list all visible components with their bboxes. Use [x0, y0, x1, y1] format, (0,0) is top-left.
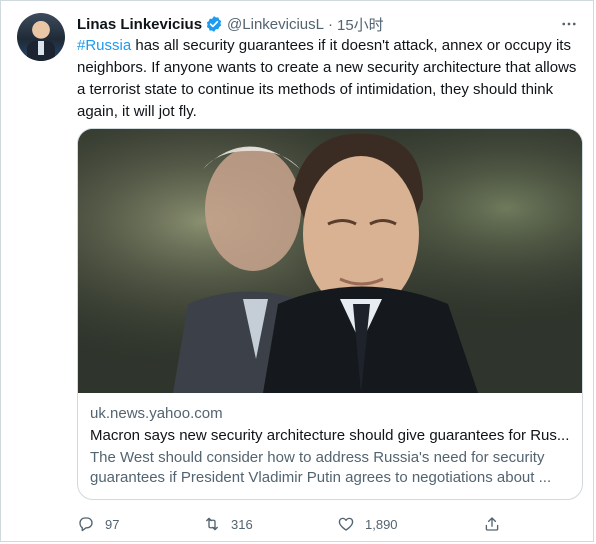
tweet-text: #Russia has all security guarantees if i… [77, 35, 582, 123]
retweet-count: 316 [231, 516, 253, 532]
retweet-button[interactable]: 316 [203, 515, 253, 533]
card-domain: uk.news.yahoo.com [90, 405, 223, 422]
separator-dot: · [327, 15, 333, 33]
reply-count: 97 [105, 516, 120, 532]
verified-badge-icon [206, 16, 222, 32]
share-icon [485, 517, 499, 531]
more-icon[interactable] [559, 14, 579, 34]
tweet-text-body: has all security guarantees if it doesn'… [77, 37, 577, 120]
author-name[interactable]: Linas Linkevicius [77, 16, 202, 33]
like-icon [338, 517, 354, 531]
card-image[interactable] [78, 129, 582, 393]
link-card[interactable]: uk.news.yahoo.com Macron says new securi… [77, 128, 583, 500]
retweet-icon [206, 517, 218, 531]
tweet[interactable]: Linas Linkevicius @LinkeviciusL · 15小时 #… [0, 0, 594, 542]
tweet-timestamp[interactable]: 15小时 [337, 14, 384, 35]
card-title[interactable]: Macron says new security architecture sh… [90, 426, 570, 446]
author-handle[interactable]: @LinkeviciusL [227, 16, 324, 33]
action-bar: 97 316 1,890 [77, 513, 507, 535]
reply-icon [79, 517, 93, 532]
reply-button[interactable]: 97 [77, 515, 119, 533]
card-photo [78, 129, 582, 393]
card-meta: uk.news.yahoo.com Macron says new securi… [90, 404, 570, 488]
share-button[interactable] [483, 515, 501, 533]
hashtag-link[interactable]: #Russia [77, 37, 131, 54]
card-description: The West should consider how to address … [90, 449, 552, 486]
avatar-shirt [38, 41, 44, 55]
avatar[interactable] [17, 13, 65, 61]
like-count: 1,890 [365, 516, 398, 532]
tweet-header: Linas Linkevicius @LinkeviciusL · 15小时 [77, 13, 579, 35]
like-button[interactable]: 1,890 [337, 515, 398, 533]
